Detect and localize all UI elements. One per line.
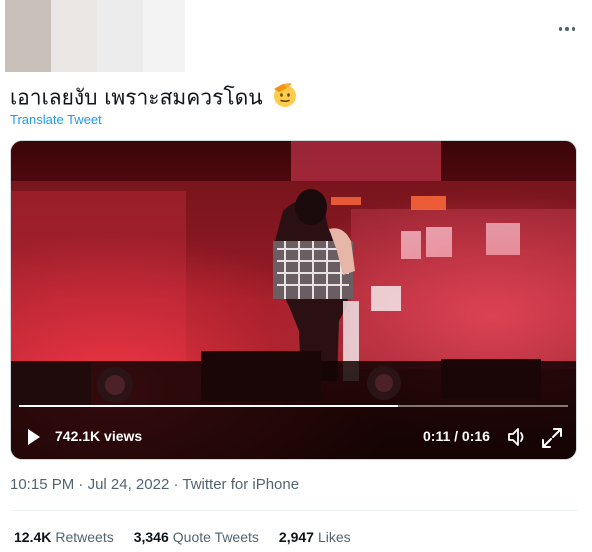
video-progress-bar[interactable] [19, 405, 568, 407]
tweet-text: เอาเลยงับ เพราะสมควรโดน [10, 82, 299, 115]
tweet-source-link[interactable]: Twitter for iPhone [182, 476, 299, 493]
volume-icon[interactable] [507, 427, 529, 452]
translate-tweet-link[interactable]: Translate Tweet [10, 112, 102, 127]
view-count: 742.1K views [55, 428, 143, 444]
likes-stat[interactable]: 2,947 Likes [279, 529, 351, 545]
quote-tweets-stat[interactable]: 3,346 Quote Tweets [134, 529, 259, 545]
meta-separator: · [169, 476, 183, 493]
more-options-icon[interactable] [556, 20, 578, 38]
play-icon[interactable] [27, 428, 41, 451]
video-progress-fill [19, 405, 398, 407]
blurred-profile-header [5, 0, 185, 72]
fullscreen-icon[interactable] [541, 427, 563, 454]
tweet-body: เอาเลยงับ เพราะสมควรโดน [10, 85, 263, 110]
retweets-stat[interactable]: 12.4K Retweets [14, 529, 114, 545]
tweet-timestamp[interactable]: 10:15 PM · Jul 24, 2022 [10, 476, 169, 493]
divider [10, 510, 578, 511]
tweet-meta: 10:15 PM · Jul 24, 2022 · Twitter for iP… [10, 476, 299, 493]
concert-video-frame [11, 141, 576, 459]
video-player[interactable]: 742.1K views 0:11 / 0:16 [10, 140, 577, 460]
video-controls: 742.1K views 0:11 / 0:16 [11, 417, 576, 459]
saluting-face-icon [271, 82, 299, 115]
tweet-stats: 12.4K Retweets 3,346 Quote Tweets 2,947 Lik… [14, 529, 351, 545]
video-time: 0:11 / 0:16 [423, 428, 490, 444]
